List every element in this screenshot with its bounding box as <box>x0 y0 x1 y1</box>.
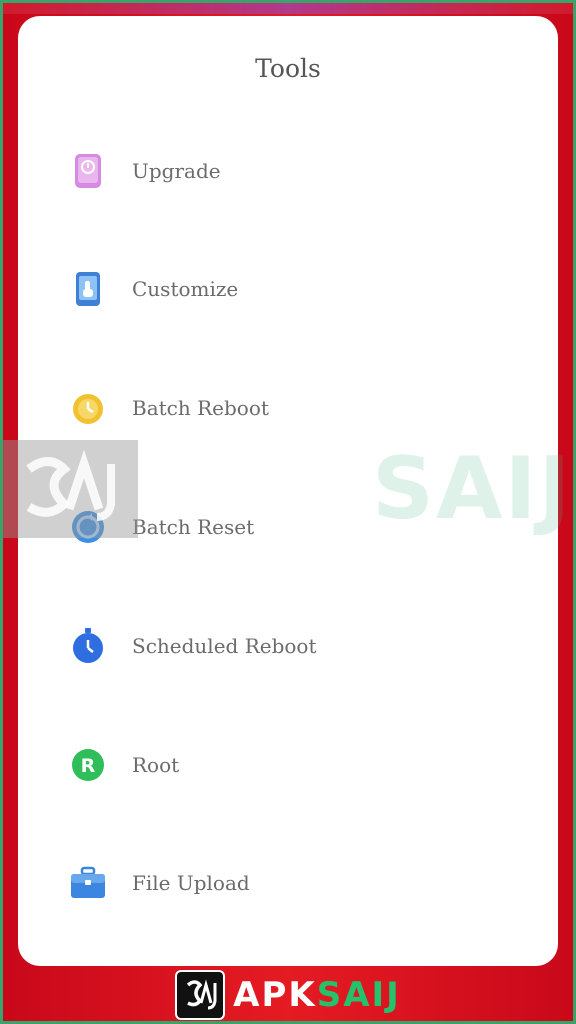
tool-item-file-upload[interactable]: File Upload <box>18 848 558 918</box>
tool-item-scheduled-reboot[interactable]: Scheduled Reboot <box>18 611 558 681</box>
top-color-strip <box>0 0 576 14</box>
tool-item-batch-reboot[interactable]: Batch Reboot <box>18 373 558 443</box>
scheduled-reboot-icon <box>70 628 106 664</box>
brand-apk: APK <box>233 975 317 1015</box>
tool-label: Customize <box>132 277 239 301</box>
upgrade-icon <box>70 153 106 189</box>
page-title: Tools <box>255 54 321 83</box>
customize-icon <box>70 271 106 307</box>
tool-item-upgrade[interactable]: Upgrade <box>18 136 558 206</box>
brand-name: APKSAIJ <box>233 975 401 1015</box>
root-icon: R <box>70 747 106 783</box>
branding-bar: APKSAIJ <box>0 966 576 1024</box>
tool-item-root[interactable]: R Root <box>18 730 558 800</box>
file-upload-icon <box>70 865 106 901</box>
watermark-text: SAIJ <box>372 439 573 539</box>
tool-label: Scheduled Reboot <box>132 634 317 658</box>
brand-logo-icon <box>175 970 226 1020</box>
tool-item-customize[interactable]: Customize <box>18 254 558 324</box>
watermark-logo <box>0 440 138 538</box>
tool-label: File Upload <box>132 871 250 895</box>
brand-saij: SAIJ <box>316 975 401 1015</box>
batch-reboot-icon <box>70 390 106 426</box>
svg-text:R: R <box>81 755 96 777</box>
tool-label: Root <box>132 753 180 777</box>
tool-label: Batch Reset <box>132 515 255 539</box>
tool-label: Upgrade <box>132 159 221 183</box>
tool-label: Batch Reboot <box>132 396 269 420</box>
